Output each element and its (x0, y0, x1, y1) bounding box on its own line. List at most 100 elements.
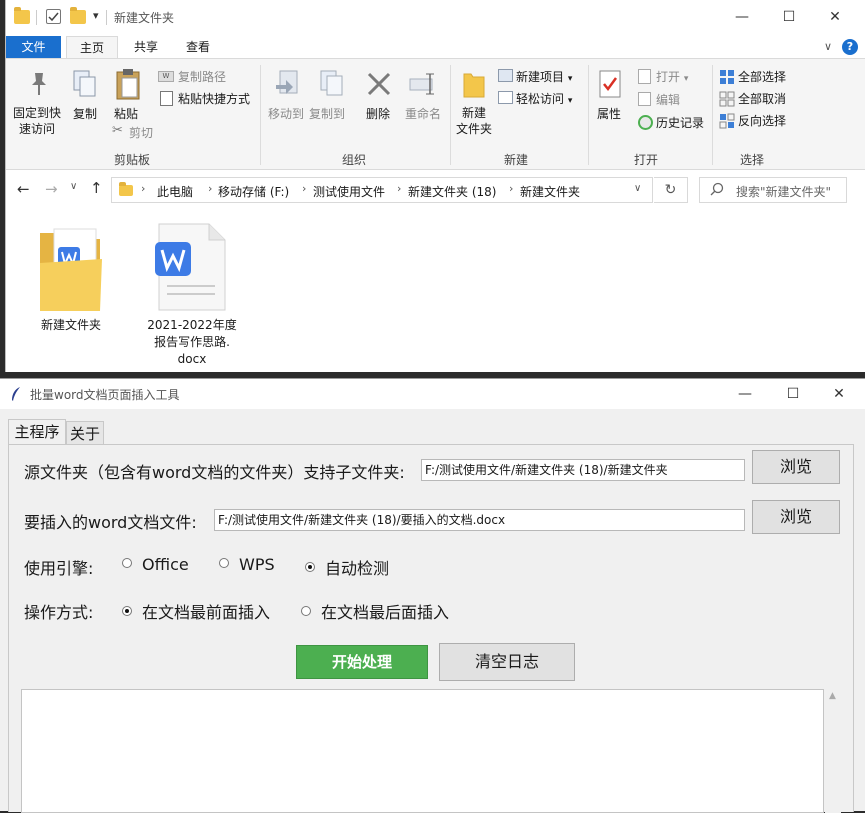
scroll-up-icon[interactable]: ▲ (829, 691, 836, 701)
tab-main-program[interactable]: 主程序 (8, 419, 66, 445)
log-scrollbar[interactable]: ▲ (825, 689, 841, 813)
scissors-icon: ✂ (112, 123, 123, 138)
browse-insert-button[interactable]: 浏览 (752, 500, 840, 534)
source-folder-input[interactable]: F:/测试使用文件/新建文件夹 (18)/新建文件夹 (421, 459, 745, 481)
open-group-label: 打开 (634, 153, 659, 167)
breadcrumb-folder-18[interactable]: 新建文件夹 (18) (408, 183, 496, 200)
easy-access-button[interactable]: 轻松访问 ▾ (516, 90, 572, 107)
new-folder-button[interactable]: 新建 文件夹 (454, 105, 494, 137)
back-icon[interactable]: ← (17, 180, 30, 198)
paste-button[interactable]: 粘贴 (114, 105, 138, 122)
browse-source-button[interactable]: 浏览 (752, 450, 840, 484)
minimize-button[interactable]: — (719, 0, 765, 34)
tool-close-button[interactable]: ✕ (816, 377, 862, 411)
refresh-button[interactable]: ↻ (654, 177, 688, 203)
engine-label: 使用引擎: (24, 559, 94, 578)
invert-selection-icon (719, 113, 735, 132)
select-all-icon (719, 69, 735, 88)
radio-dot-selected (122, 606, 132, 616)
copy-path-icon: W (158, 71, 174, 82)
history-button[interactable]: 历史记录 (656, 114, 704, 131)
qa-dropdown-icon[interactable]: ▾ (93, 9, 99, 22)
engine-office-label: Office (142, 555, 189, 574)
select-none-button[interactable]: 全部取消 (738, 90, 786, 107)
clear-log-button[interactable]: 清空日志 (439, 643, 575, 681)
address-bar[interactable]: › 此电脑 › 移动存储 (F:) › 测试使用文件 › 新建文件夹 (18) … (111, 177, 653, 203)
clipboard-group-label: 剪贴板 (114, 153, 151, 167)
new-folder-qa-icon[interactable] (70, 7, 86, 24)
close-button[interactable]: ✕ (812, 0, 858, 34)
select-all-button[interactable]: 全部选择 (738, 68, 786, 85)
properties-button[interactable]: 属性 (597, 105, 621, 122)
breadcrumb-this-pc[interactable]: 此电脑 (157, 183, 193, 200)
search-input[interactable]: 搜索"新建文件夹" (699, 177, 847, 203)
insert-file-input[interactable]: F:/测试使用文件/新建文件夹 (18)/要插入的文档.docx (214, 509, 745, 531)
group-separator (450, 65, 451, 165)
tab-share[interactable]: 共享 (124, 36, 168, 58)
engine-wps-radio[interactable]: WPS (219, 555, 275, 574)
address-dropdown-icon[interactable]: ∨ (634, 183, 641, 194)
pin-quick-access-button[interactable]: 固定到快 速访问 (13, 105, 61, 137)
recent-chevron-icon[interactable]: ∨ (70, 181, 77, 192)
engine-auto-label: 自动检测 (325, 559, 390, 578)
chevron-down-icon: ▾ (683, 74, 689, 84)
copy-button[interactable]: 复制 (73, 105, 97, 122)
tab-file[interactable]: 文件 (6, 36, 61, 58)
maximize-button[interactable]: ☐ (766, 0, 812, 34)
start-button[interactable]: 开始处理 (296, 645, 428, 679)
divider (106, 10, 107, 25)
tool-maximize-button[interactable]: ☐ (770, 377, 816, 411)
new-folder-icon (462, 69, 486, 102)
file-name-docx[interactable]: 2021-2022年度 报告写作思路. docx (142, 317, 242, 368)
breadcrumb-current[interactable]: 新建文件夹 (520, 183, 580, 200)
open-button[interactable]: 打开 ▾ (656, 68, 688, 85)
chevron-right-icon[interactable]: › (302, 182, 306, 195)
engine-office-radio[interactable]: Office (122, 555, 189, 574)
engine-auto-radio[interactable]: 自动检测 (305, 555, 389, 579)
new-item-button[interactable]: 新建项目 ▾ (516, 68, 572, 85)
file-list: 新建文件夹 2021-2022年度 报告写作思路. docx (6, 210, 865, 372)
rename-button[interactable]: 重命名 (405, 105, 441, 122)
delete-icon (366, 71, 392, 100)
main-panel: 源文件夹（包含有word文档的文件夹）支持子文件夹: F:/测试使用文件/新建文… (8, 444, 854, 813)
history-icon (638, 115, 653, 130)
chevron-right-icon[interactable]: › (208, 182, 212, 195)
chevron-right-icon[interactable]: › (397, 182, 401, 195)
open-icon (638, 69, 651, 84)
move-to-button[interactable]: 移动到 (268, 105, 304, 122)
folder-icon (119, 182, 133, 196)
log-textarea[interactable] (21, 689, 824, 813)
copy-to-button[interactable]: 复制到 (309, 105, 345, 122)
copy-path-button[interactable]: 复制路径 (178, 68, 226, 85)
organize-group-label: 组织 (342, 153, 367, 167)
feather-icon (10, 386, 22, 405)
ribbon-collapse-icon[interactable]: ∨ (824, 40, 832, 53)
mode-back-radio[interactable]: 在文档最后面插入 (301, 599, 449, 623)
tool-minimize-button[interactable]: — (722, 377, 768, 411)
invert-selection-button[interactable]: 反向选择 (738, 112, 786, 129)
tab-home[interactable]: 主页 (66, 36, 118, 58)
up-icon[interactable]: ↑ (90, 179, 103, 197)
paste-shortcut-button[interactable]: 粘贴快捷方式 (178, 90, 250, 107)
tab-view[interactable]: 查看 (176, 36, 220, 58)
radio-dot (301, 606, 311, 616)
folder-file-icon[interactable] (36, 225, 106, 318)
chevron-right-icon[interactable]: › (509, 182, 513, 195)
search-icon (710, 182, 724, 199)
breadcrumb-test-files[interactable]: 测试使用文件 (313, 183, 385, 200)
properties-check-icon[interactable] (46, 9, 61, 24)
delete-button[interactable]: 删除 (366, 105, 390, 122)
window-title: 新建文件夹 (114, 11, 175, 25)
breadcrumb-drive[interactable]: 移动存储 (F:) (218, 183, 289, 200)
help-icon[interactable]: ? (842, 39, 858, 55)
group-separator (588, 65, 589, 165)
easy-access-icon (498, 91, 513, 104)
forward-icon[interactable]: → (45, 180, 58, 198)
chevron-right-icon[interactable]: › (141, 182, 145, 195)
file-name-folder[interactable]: 新建文件夹 (26, 317, 116, 334)
cut-button[interactable]: 剪切 (129, 124, 153, 141)
tab-about[interactable]: 关于 (66, 421, 104, 445)
docx-file-icon[interactable] (151, 222, 231, 317)
mode-front-radio[interactable]: 在文档最前面插入 (122, 599, 270, 623)
edit-button[interactable]: 编辑 (656, 91, 680, 108)
